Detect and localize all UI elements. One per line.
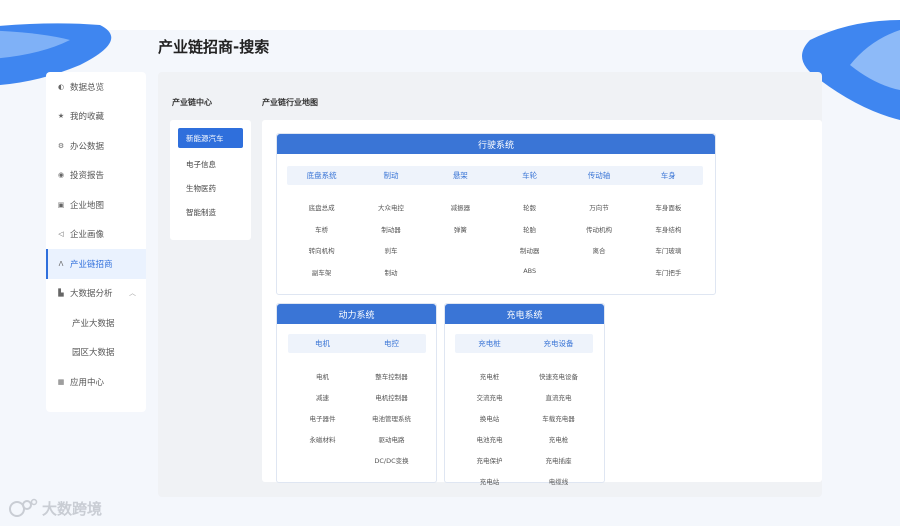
- power-cell[interactable]: 驱动电路: [357, 434, 426, 444]
- star-icon: ★: [57, 112, 65, 121]
- sidebar-item-office[interactable]: ⚙ 办公数据: [46, 131, 146, 161]
- charge-cell[interactable]: 电缆线: [524, 476, 593, 486]
- drive-cat-3[interactable]: 车轮: [495, 170, 564, 181]
- power-cell[interactable]: 减速: [288, 392, 357, 402]
- drive-cell[interactable]: 制动: [356, 267, 425, 277]
- power-categories: 电机 电控: [288, 334, 426, 353]
- sidebar-item-bigdata[interactable]: ▙ 大数据分析 ︿: [46, 279, 146, 309]
- send-icon: ◁: [58, 230, 64, 239]
- drive-cell[interactable]: 刹车: [356, 245, 425, 255]
- sidebar-item-overview[interactable]: ◐ 数据总览: [46, 72, 146, 102]
- charge-system-title: 充电系统: [445, 304, 604, 324]
- drive-cat-2[interactable]: 悬架: [426, 170, 495, 181]
- charge-cell[interactable]: 充电桩: [455, 371, 524, 381]
- gear-icon: ⚙: [57, 141, 65, 150]
- watermark: 大数跨境: [8, 497, 102, 519]
- drive-cell[interactable]: 车门玻璃: [634, 245, 703, 255]
- power-cell[interactable]: 整车控制器: [357, 371, 426, 381]
- drive-cell[interactable]: 弹簧: [426, 224, 495, 234]
- chain-item-nev[interactable]: 新能源汽车: [178, 128, 243, 148]
- charge-cell[interactable]: 电池充电: [455, 434, 524, 444]
- charge-cell[interactable]: 车载充电器: [524, 413, 593, 423]
- bar-chart-icon: ▙: [58, 289, 64, 298]
- drive-cell[interactable]: 车身结构: [634, 224, 703, 234]
- sidebar-item-favorites[interactable]: ★ 我的收藏: [46, 102, 146, 132]
- drive-cell[interactable]: 减振器: [426, 202, 495, 212]
- power-cell[interactable]: 电机: [288, 371, 357, 381]
- grid-icon: ▦: [57, 377, 65, 386]
- report-icon: ◉: [57, 171, 65, 180]
- charge-cell[interactable]: 快速充电设备: [524, 371, 593, 381]
- chain-icon: ᐱ: [58, 259, 64, 268]
- drive-cell[interactable]: 轮毂: [495, 202, 564, 212]
- drive-cat-0[interactable]: 底盘系统: [287, 170, 356, 181]
- sidebar-item-chain[interactable]: ᐱ 产业链招商: [46, 249, 146, 279]
- sidebar-item-apps[interactable]: ▦ 应用中心: [46, 367, 146, 397]
- chain-center-label: 产业链中心: [172, 98, 212, 107]
- chain-item-electronics[interactable]: 电子信息: [170, 152, 251, 176]
- drive-cat-1[interactable]: 制动: [356, 170, 425, 181]
- chain-center-list: 新能源汽车 电子信息 生物医药 智能制造: [170, 120, 251, 240]
- drive-cell[interactable]: 制动器: [356, 224, 425, 234]
- charge-cat-1[interactable]: 充电设备: [524, 338, 593, 349]
- drive-cell[interactable]: 车桥: [287, 224, 356, 234]
- drive-cell[interactable]: 大众电控: [356, 202, 425, 212]
- map-icon: ▣: [57, 200, 65, 209]
- sidebar-item-profile[interactable]: ◁ 企业画像: [46, 220, 146, 250]
- brand-logo-icon: [9, 498, 38, 517]
- chain-map-label: 产业链行业地图: [262, 98, 318, 107]
- chain-item-biomed[interactable]: 生物医药: [170, 176, 251, 200]
- drive-cell[interactable]: 底盘总成: [287, 202, 356, 212]
- power-system-title: 动力系统: [277, 304, 436, 324]
- watermark-text: 大数跨境: [42, 499, 103, 518]
- power-cat-1[interactable]: 电控: [357, 338, 426, 349]
- chevron-up-icon: ︿: [129, 289, 136, 298]
- charge-cell[interactable]: 换电站: [455, 413, 524, 423]
- drive-cell[interactable]: 轮胎: [495, 224, 564, 234]
- drive-cat-4[interactable]: 传动轴: [564, 170, 633, 181]
- sidebar-item-reports[interactable]: ◉ 投资报告: [46, 161, 146, 191]
- charge-cell[interactable]: 充电插座: [524, 455, 593, 465]
- page-title: 产业链招商-搜索: [158, 38, 270, 56]
- drive-cell[interactable]: 副车架: [287, 267, 356, 277]
- power-cell[interactable]: 电机控制器: [357, 392, 426, 402]
- charge-cell[interactable]: 充电站: [455, 476, 524, 486]
- sidebar-subitem-industry[interactable]: 产业大数据: [46, 308, 146, 338]
- power-cell[interactable]: DC/DC变换: [357, 455, 426, 465]
- drive-categories: 底盘系统 制动 悬架 车轮 传动轴 车身: [287, 166, 703, 185]
- drive-cell[interactable]: 车身面板: [634, 202, 703, 212]
- charge-cell[interactable]: 充电枪: [524, 434, 593, 444]
- drive-cell[interactable]: 传动机构: [564, 224, 633, 234]
- drive-cell[interactable]: 转向机构: [287, 245, 356, 255]
- charge-cat-0[interactable]: 充电桩: [455, 338, 524, 349]
- drive-cell[interactable]: 离合: [564, 245, 633, 255]
- sidebar-item-map[interactable]: ▣ 企业地图: [46, 190, 146, 220]
- charge-cell[interactable]: 交流充电: [455, 392, 524, 402]
- power-cell[interactable]: 电子器件: [288, 413, 357, 423]
- charge-cell[interactable]: 充电保护: [455, 455, 524, 465]
- sidebar-subitem-park[interactable]: 园区大数据: [46, 338, 146, 368]
- charge-categories: 充电桩 充电设备: [455, 334, 593, 353]
- charge-cell[interactable]: 直流充电: [524, 392, 593, 402]
- drive-system-title: 行驶系统: [277, 134, 715, 154]
- chart-icon: ◐: [57, 82, 65, 91]
- power-cell[interactable]: 永磁材料: [288, 434, 357, 444]
- power-cell[interactable]: 电池管理系统: [357, 413, 426, 423]
- power-cat-0[interactable]: 电机: [288, 338, 357, 349]
- chain-item-manufacturing[interactable]: 智能制造: [170, 200, 251, 224]
- drive-cell[interactable]: 万向节: [564, 202, 633, 212]
- drive-cell[interactable]: 制动器: [495, 245, 564, 255]
- drive-cell[interactable]: ABS: [495, 267, 564, 275]
- drive-cat-5[interactable]: 车身: [634, 170, 703, 181]
- drive-cell[interactable]: 车门把手: [634, 267, 703, 277]
- sidebar: ◐ 数据总览 ★ 我的收藏 ⚙ 办公数据 ◉ 投资报告 ▣ 企业地图 ◁ 企业画像 ᐱ 产业链…: [46, 72, 146, 412]
